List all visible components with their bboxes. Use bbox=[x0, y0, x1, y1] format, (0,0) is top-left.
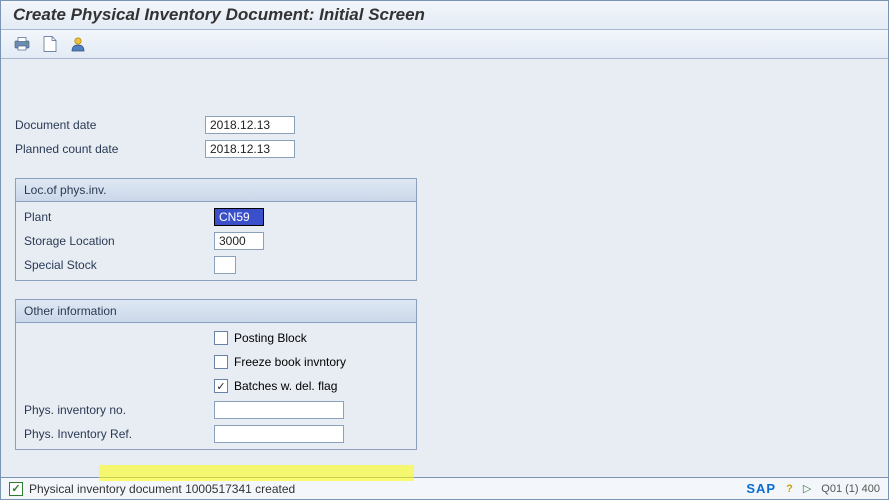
posting-block-label: Posting Block bbox=[234, 331, 307, 345]
plant-label: Plant bbox=[24, 210, 214, 224]
status-message: Physical inventory document 1000517341 c… bbox=[29, 482, 295, 496]
freeze-book-checkbox[interactable] bbox=[214, 355, 228, 369]
special-stock-label: Special Stock bbox=[24, 258, 214, 272]
help-icon[interactable]: ? bbox=[786, 483, 793, 495]
planned-count-date-input[interactable] bbox=[205, 140, 295, 158]
content-area: Document date Planned count date Loc.of … bbox=[1, 59, 888, 450]
location-groupbox: Loc.of phys.inv. Plant Storage Location … bbox=[15, 178, 417, 281]
batches-del-row: Batches w. del. flag bbox=[24, 374, 408, 398]
posting-block-checkbox[interactable] bbox=[214, 331, 228, 345]
document-date-label: Document date bbox=[15, 118, 205, 132]
document-date-input[interactable] bbox=[205, 116, 295, 134]
phys-inv-no-row: Phys. inventory no. bbox=[24, 398, 408, 422]
status-right: SAP ? ▷ Q01 (1) 400 bbox=[746, 481, 880, 496]
success-icon: ✓ bbox=[9, 482, 23, 496]
freeze-book-row: Freeze book invntory bbox=[24, 350, 408, 374]
plant-input[interactable] bbox=[214, 208, 264, 226]
run-icon[interactable]: ▷ bbox=[803, 482, 811, 495]
app-window: Create Physical Inventory Document: Init… bbox=[0, 0, 889, 500]
user-icon[interactable] bbox=[69, 35, 87, 53]
planned-count-date-row: Planned count date bbox=[15, 138, 874, 160]
status-bar: ✓ Physical inventory document 1000517341… bbox=[1, 477, 888, 499]
freeze-book-label: Freeze book invntory bbox=[234, 355, 346, 369]
special-stock-input[interactable] bbox=[214, 256, 236, 274]
title-bar: Create Physical Inventory Document: Init… bbox=[1, 1, 888, 30]
other-info-title: Other information bbox=[16, 300, 416, 323]
status-left: ✓ Physical inventory document 1000517341… bbox=[9, 482, 295, 496]
phys-inv-no-label: Phys. inventory no. bbox=[24, 403, 214, 417]
storage-location-input[interactable] bbox=[214, 232, 264, 250]
system-indicator: Q01 (1) 400 bbox=[821, 483, 880, 495]
other-info-groupbox: Other information Posting Block Freeze b… bbox=[15, 299, 417, 450]
phys-inv-no-input[interactable] bbox=[214, 401, 344, 419]
sap-logo: SAP bbox=[746, 481, 776, 496]
location-group-title: Loc.of phys.inv. bbox=[16, 179, 416, 202]
batches-del-checkbox[interactable] bbox=[214, 379, 228, 393]
storage-location-row: Storage Location bbox=[24, 229, 408, 253]
new-document-icon[interactable] bbox=[41, 35, 59, 53]
plant-row: Plant bbox=[24, 205, 408, 229]
document-date-row: Document date bbox=[15, 114, 874, 136]
toolbar bbox=[1, 30, 888, 59]
posting-block-row: Posting Block bbox=[24, 326, 408, 350]
batches-del-label: Batches w. del. flag bbox=[234, 379, 337, 393]
storage-location-label: Storage Location bbox=[24, 234, 214, 248]
phys-inv-ref-input[interactable] bbox=[214, 425, 344, 443]
page-title: Create Physical Inventory Document: Init… bbox=[13, 5, 425, 25]
phys-inv-ref-label: Phys. Inventory Ref. bbox=[24, 427, 214, 441]
special-stock-row: Special Stock bbox=[24, 253, 408, 277]
phys-inv-ref-row: Phys. Inventory Ref. bbox=[24, 422, 408, 446]
planned-count-date-label: Planned count date bbox=[15, 142, 205, 156]
print-icon[interactable] bbox=[13, 35, 31, 53]
